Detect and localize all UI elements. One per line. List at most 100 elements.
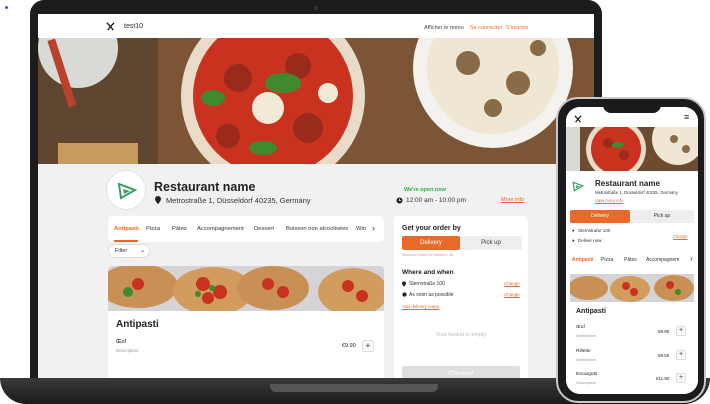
phone-tab-antipasti[interactable]: Antipasti	[572, 257, 593, 263]
phone-antipasti-image	[570, 274, 694, 302]
empty-basket-text: Your basket is empty	[435, 332, 487, 338]
delivery-time: As soon as possible	[409, 292, 454, 298]
login-link[interactable]: Se connecter	[470, 25, 502, 31]
checkout-button[interactable]: Checkout	[402, 366, 520, 378]
plus-icon: +	[678, 351, 684, 358]
add-delivery-notes-link[interactable]: Add delivery notes	[402, 304, 439, 309]
item-price: €9.90	[658, 329, 670, 334]
item-description: Description	[116, 348, 139, 353]
tab-dessert[interactable]: Dessert	[254, 226, 274, 232]
category-tabs: Antipasti Pizza Pâtes Accompagnement Des…	[108, 216, 384, 242]
phone-section-title: Antipasti	[576, 308, 606, 315]
top-nav: test10 Afficher le menu Se connecter S'i…	[38, 14, 594, 38]
show-menu-link[interactable]: Afficher le menu	[424, 25, 464, 31]
tab-boisson[interactable]: Boisson non alcoolisées	[286, 226, 348, 232]
hamburger-menu-icon[interactable]: ≡	[684, 112, 689, 122]
opening-hours: 12:00 am - 10:00 pm	[406, 197, 466, 204]
restaurant-address: Metrostraße 1, Düsseldorf 40235, Germany	[166, 196, 311, 205]
plus-icon: +	[678, 327, 684, 334]
phone-tab-pates[interactable]: Pâtes	[624, 257, 637, 263]
pizza-photo	[38, 38, 594, 164]
logo-icon	[574, 115, 582, 123]
pickup-toggle[interactable]: Pick up	[460, 236, 522, 250]
item-description: Description	[576, 357, 597, 362]
item-description: Description	[576, 380, 597, 385]
change-time-link[interactable]: Change	[504, 292, 520, 297]
phone-tab-accompagnement[interactable]: Accompagnem	[646, 257, 679, 263]
pizza-slice-icon	[572, 181, 584, 192]
item-price: €9.50	[658, 353, 670, 358]
location-pin-icon	[402, 281, 406, 287]
phone-restaurant-name: Restaurant name	[595, 179, 660, 188]
phone-restaurant-address: Metrostraße 1, Düsseldorf 40235, Germany	[595, 190, 678, 195]
bruschetta-photo	[108, 266, 384, 311]
phone-menu-item[interactable]: Escargots Description €11.90 +	[576, 372, 690, 390]
location-pin-icon	[155, 196, 161, 204]
menu-list: Antipasti Œuf Description €9.90 +	[108, 311, 384, 378]
add-item-button[interactable]: +	[676, 373, 686, 383]
clock-icon	[396, 197, 403, 204]
laptop-screen: test10 Afficher le menu Se connecter S'i…	[38, 14, 594, 378]
item-name: Escargots	[576, 372, 598, 377]
add-item-button[interactable]: +	[362, 340, 374, 352]
add-item-button[interactable]: +	[676, 326, 686, 336]
phone-more-info-link[interactable]: View more info	[595, 198, 623, 203]
plus-icon: +	[365, 341, 371, 350]
item-description: Description	[576, 333, 597, 338]
order-panel: Get your order by Delivery Pick up Minim…	[394, 216, 528, 378]
phone-tab-pizza[interactable]: Pizza	[601, 257, 613, 263]
phone-screen: ≡ Restaurant name Metrostraße 1, Düsseld…	[566, 107, 698, 394]
delivery-address: Sternstraße 100	[409, 281, 445, 287]
more-info-link[interactable]: More info	[501, 197, 524, 203]
clock-icon: ●	[572, 238, 575, 243]
camera-icon	[314, 6, 318, 10]
tab-pates[interactable]: Pâtes	[172, 226, 187, 232]
open-status: We're open now	[404, 187, 446, 193]
tab-antipasti[interactable]: Antipasti	[114, 226, 139, 232]
phone-order-toggle: Delivery Pick up	[570, 210, 694, 223]
where-when-title: Where and when	[402, 269, 454, 276]
phone-hero-image	[566, 127, 698, 171]
item-name: Œuf	[116, 339, 127, 345]
hero-image	[38, 38, 594, 164]
location-pin-icon: ●	[572, 228, 575, 233]
chevron-right-icon[interactable]: ›	[690, 254, 693, 263]
phone-pickup-toggle[interactable]: Pick up	[630, 210, 694, 223]
change-address-link[interactable]: Change	[504, 281, 520, 286]
plus-icon: +	[678, 374, 684, 381]
phone-address: Sternstraße 100	[578, 228, 611, 233]
filter-button[interactable]: Filter ⌄	[108, 244, 150, 258]
laptop-notch	[270, 384, 438, 392]
item-name: Rillette	[576, 349, 591, 354]
chevron-right-icon: ›	[372, 223, 375, 233]
phone-delivery-time: Deliver now	[578, 238, 602, 243]
clock-icon	[402, 292, 407, 297]
item-price: €9.90	[342, 343, 356, 349]
menu-item[interactable]: Œuf Description €9.90 +	[116, 337, 376, 355]
antipasti-banner	[108, 266, 384, 311]
tab-accompagnement[interactable]: Accompagnement	[197, 226, 244, 232]
device-mockup: test10 Afficher le menu Se connecter S'i…	[0, 0, 710, 404]
logo-icon	[106, 22, 115, 31]
pizza-slice-icon	[117, 182, 137, 200]
phone-change-link[interactable]: Change	[673, 234, 688, 239]
phone-menu-item[interactable]: Rillette Description €9.50 +	[576, 349, 690, 367]
section-title: Antipasti	[116, 319, 159, 330]
filter-label: Filter	[115, 248, 128, 254]
phone-notch	[603, 101, 661, 113]
phone-menu-item[interactable]: Œuf Description €9.90 +	[576, 325, 690, 343]
tab-pizza[interactable]: Pizza	[146, 226, 160, 232]
chevron-down-icon: ⌄	[140, 248, 146, 254]
restaurant-name: Restaurant name	[154, 180, 256, 194]
signup-link[interactable]: S'inscrire	[506, 25, 528, 31]
delivery-toggle[interactable]: Delivery	[402, 236, 460, 250]
site-title: test10	[124, 23, 144, 30]
item-name: Œuf	[576, 325, 585, 330]
restaurant-logo	[106, 170, 146, 210]
order-title: Get your order by	[402, 225, 461, 232]
min-order-note: Minimum order for delivery: 38	[402, 253, 454, 257]
tabs-scroll-right[interactable]: ›	[366, 219, 384, 239]
phone-delivery-toggle[interactable]: Delivery	[570, 210, 630, 223]
active-tab-indicator	[114, 240, 138, 242]
add-item-button[interactable]: +	[676, 350, 686, 360]
